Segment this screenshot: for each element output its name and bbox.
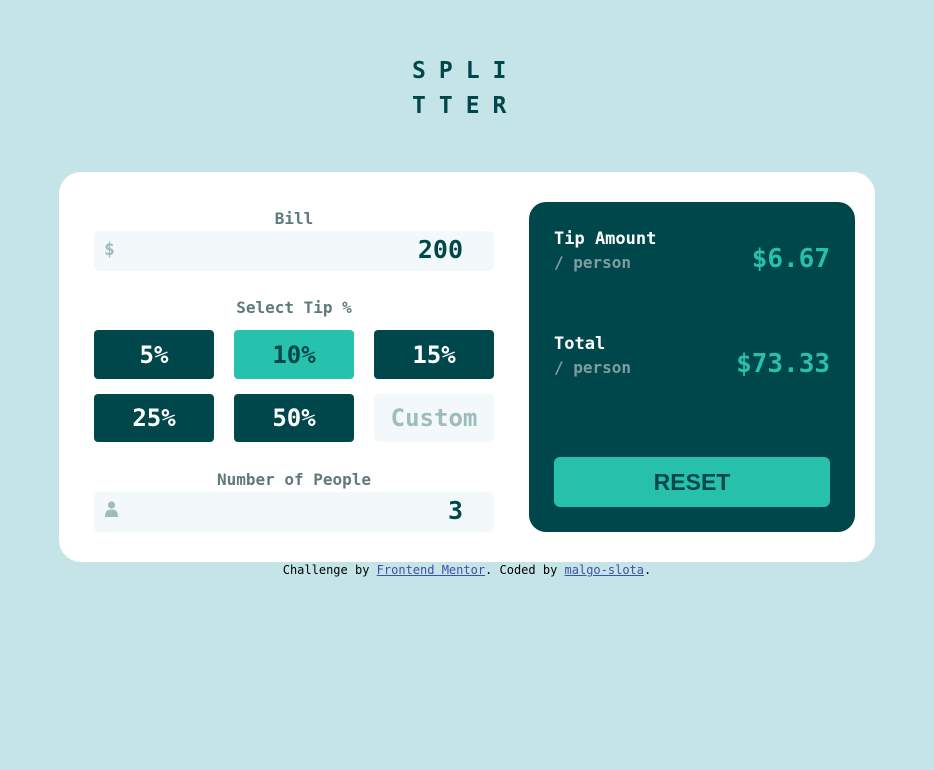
total-title: Total	[554, 334, 606, 354]
tip-button-25[interactable]: 25%	[94, 394, 214, 442]
tip-button-15[interactable]: 15%	[374, 330, 494, 379]
bill-value: 200	[417, 235, 463, 264]
tip-button-10[interactable]: 10%	[234, 330, 354, 379]
total-value: $73.33	[736, 349, 830, 379]
tip-button-50[interactable]: 50%	[234, 394, 354, 442]
splitter-logo: SPLI TTER	[412, 54, 522, 124]
bill-input[interactable]: $ 200	[94, 231, 494, 271]
tip-button-5[interactable]: 5%	[94, 330, 214, 379]
logo-line-1: SPLI	[412, 58, 520, 84]
calculator-card: Bill $ 200 Select Tip % 5% 10% 15% 25% 5…	[59, 172, 875, 562]
tip-amount-value: $6.67	[751, 244, 830, 274]
frontend-mentor-link[interactable]: Frontend Mentor	[377, 563, 485, 577]
footer-suffix: .	[644, 563, 652, 577]
person-icon	[105, 501, 118, 522]
attribution-footer: Challenge by Frontend Mentor. Coded by m…	[0, 563, 934, 577]
tip-amount-per-person: / person	[554, 253, 632, 272]
dollar-icon: $	[104, 239, 115, 260]
results-panel: Tip Amount / person $6.67 Total / person…	[529, 202, 855, 532]
tip-amount-title: Tip Amount	[554, 229, 657, 249]
select-tip-label: Select Tip %	[236, 298, 352, 317]
custom-tip-input[interactable]: Custom	[374, 394, 494, 442]
total-per-person: / person	[554, 358, 632, 377]
footer-middle: . Coded by	[485, 563, 558, 577]
logo-line-2: TTER	[412, 93, 520, 119]
reset-button[interactable]: RESET	[554, 457, 830, 507]
number-of-people-label: Number of People	[216, 470, 372, 489]
bill-label: Bill	[274, 209, 314, 228]
author-link[interactable]: malgo-slota	[565, 563, 644, 577]
people-input[interactable]: 3	[94, 492, 494, 532]
people-value: 3	[447, 496, 463, 525]
footer-prefix: Challenge by	[282, 563, 370, 577]
